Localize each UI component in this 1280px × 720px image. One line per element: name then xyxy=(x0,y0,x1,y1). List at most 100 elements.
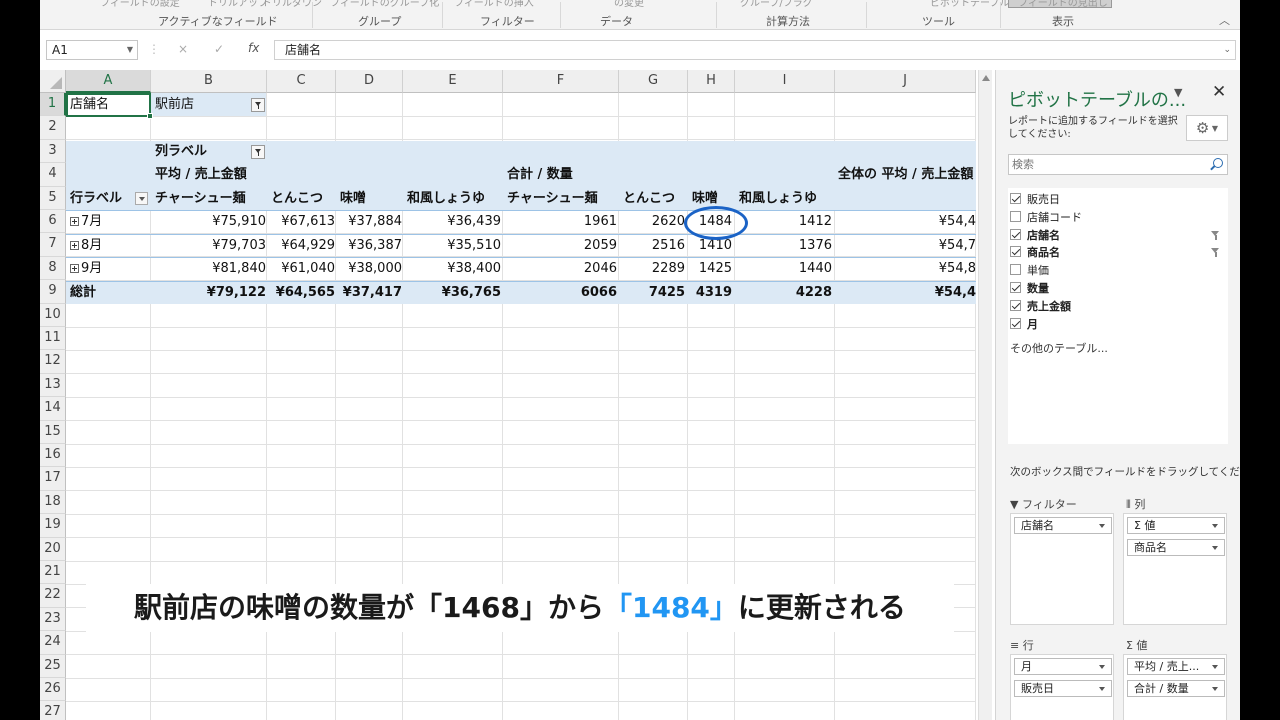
more-tables-link[interactable]: その他のテーブル... xyxy=(1010,340,1108,356)
field-item[interactable]: 店舗名 xyxy=(1010,227,1226,245)
checkbox[interactable] xyxy=(1010,246,1021,258)
column-header-g[interactable]: G xyxy=(619,70,688,93)
ribbon-fragment[interactable]: ピボットテーブル xyxy=(930,0,1009,9)
column-chip[interactable]: Σ 値 xyxy=(1127,517,1225,534)
fill-handle[interactable] xyxy=(147,113,153,119)
ribbon-fragment[interactable]: フィールドの挿入 xyxy=(454,0,534,9)
enter-icon[interactable]: ✓ xyxy=(214,42,224,56)
row-header-8[interactable]: 8 xyxy=(40,256,66,281)
row-header-25[interactable]: 25 xyxy=(40,654,66,678)
formula-input[interactable]: 店舗名 ⌄ xyxy=(274,40,1236,60)
table-cell[interactable]: 1412 xyxy=(735,210,832,233)
column-header-i[interactable]: I xyxy=(735,70,835,93)
ribbon-fragment[interactable]: フィールドのグループ化 xyxy=(330,0,439,9)
filter-chip[interactable]: 店舗名 xyxy=(1014,517,1112,534)
collapse-ribbon-icon[interactable]: ︿ xyxy=(1219,12,1230,28)
row-header-21[interactable]: 21 xyxy=(40,561,66,585)
column-header-f[interactable]: F xyxy=(503,70,619,93)
row-header-16[interactable]: 16 xyxy=(40,444,66,468)
row-header-13[interactable]: 13 xyxy=(40,373,66,398)
table-cell[interactable]: 1440 xyxy=(735,257,832,280)
row-header-27[interactable]: 27 xyxy=(40,701,66,720)
row-chip[interactable]: 月 xyxy=(1014,658,1112,675)
expand-icon[interactable] xyxy=(70,264,79,273)
column-header-j[interactable]: J xyxy=(835,70,976,93)
column-header-a[interactable]: A xyxy=(66,70,151,93)
row-header-26[interactable]: 26 xyxy=(40,678,66,702)
total-cell[interactable]: ¥79,122 xyxy=(151,281,266,304)
name-box[interactable]: A1 ▼ xyxy=(46,40,138,60)
insert-function-icon[interactable]: fx xyxy=(248,41,259,55)
row-header-15[interactable]: 15 xyxy=(40,420,66,444)
checkbox[interactable] xyxy=(1010,282,1021,293)
filter-dropdown-icon[interactable] xyxy=(251,98,265,112)
checkbox[interactable] xyxy=(1010,317,1021,329)
checkbox[interactable] xyxy=(1010,193,1021,204)
ribbon-fragment[interactable]: フィールドの見出し xyxy=(1018,0,1108,9)
field-search-input[interactable]: 検索 xyxy=(1008,154,1228,175)
filters-area[interactable]: 店舗名 xyxy=(1010,513,1114,625)
table-cell[interactable]: 1961 xyxy=(503,210,617,233)
expand-icon[interactable] xyxy=(70,217,79,226)
checkbox[interactable] xyxy=(1010,228,1021,240)
row-header-7[interactable]: 7 xyxy=(40,233,66,257)
vertical-scrollbar[interactable] xyxy=(978,70,992,720)
row-header-9[interactable]: 9 xyxy=(40,280,66,304)
row-header-17[interactable]: 17 xyxy=(40,467,66,491)
column-filter-icon[interactable] xyxy=(251,145,265,159)
pane-options-icon[interactable]: ▼ xyxy=(1174,86,1182,99)
column-header-c[interactable]: C xyxy=(267,70,336,93)
value-chip[interactable]: 合計 / 数量 xyxy=(1127,680,1225,697)
table-cell[interactable]: ¥36,439 xyxy=(403,210,501,233)
row-chip[interactable]: 販売日 xyxy=(1014,680,1112,697)
table-cell[interactable]: ¥54,4 xyxy=(835,210,976,233)
select-all-button[interactable] xyxy=(40,70,66,93)
table-cell[interactable]: ¥35,510 xyxy=(403,234,501,257)
value-chip[interactable]: 平均 / 売上... xyxy=(1127,658,1225,675)
total-cell[interactable]: ¥36,765 xyxy=(403,281,501,304)
table-cell[interactable]: 2516 xyxy=(619,234,685,257)
row-header-19[interactable]: 19 xyxy=(40,514,66,538)
table-cell[interactable]: ¥38,000 xyxy=(336,257,402,280)
ribbon-fragment[interactable]: ドリルダウン xyxy=(262,0,322,9)
checkbox[interactable] xyxy=(1010,264,1021,276)
table-cell[interactable]: 2059 xyxy=(503,234,617,257)
total-cell[interactable]: ¥54,4 xyxy=(835,281,976,304)
column-header-d[interactable]: D xyxy=(336,70,403,93)
month-row-label[interactable]: 9月 xyxy=(70,257,102,280)
row-header-18[interactable]: 18 xyxy=(40,490,66,515)
row-labels-dropdown-icon[interactable] xyxy=(135,192,148,205)
table-cell[interactable]: ¥67,613 xyxy=(267,210,335,233)
row-header-4[interactable]: 4 xyxy=(40,163,66,187)
field-item[interactable]: 販売日 xyxy=(1010,191,1226,209)
column-header-b[interactable]: B xyxy=(151,70,267,93)
table-cell[interactable]: 2046 xyxy=(503,257,617,280)
grand-total-label[interactable]: 総計 xyxy=(70,281,96,304)
table-cell[interactable]: 2289 xyxy=(619,257,685,280)
row-header-6[interactable]: 6 xyxy=(40,210,66,234)
ribbon-fragment[interactable]: フィールドの設定 xyxy=(100,0,180,9)
row-header-23[interactable]: 23 xyxy=(40,607,66,632)
table-cell[interactable]: 1425 xyxy=(688,257,732,280)
table-cell[interactable]: ¥38,400 xyxy=(403,257,501,280)
column-chip[interactable]: 商品名 xyxy=(1127,539,1225,556)
month-row-label[interactable]: 8月 xyxy=(70,234,102,257)
field-item[interactable]: 単価 xyxy=(1010,262,1226,280)
row-header-20[interactable]: 20 xyxy=(40,537,66,561)
filter-field-value[interactable]: 駅前店 xyxy=(155,93,194,116)
month-row-label[interactable]: 7月 xyxy=(70,210,102,233)
table-cell[interactable]: ¥79,703 xyxy=(151,234,266,257)
columns-area[interactable]: Σ 値 商品名 xyxy=(1123,513,1227,625)
table-cell[interactable]: ¥64,929 xyxy=(267,234,335,257)
total-cell[interactable]: 4228 xyxy=(735,281,832,304)
field-item[interactable]: 数量 xyxy=(1010,280,1226,298)
total-cell[interactable]: ¥64,565 xyxy=(267,281,335,304)
column-header-e[interactable]: E xyxy=(403,70,503,93)
ribbon-fragment[interactable]: ドリルアップ xyxy=(208,0,268,9)
expand-icon[interactable] xyxy=(70,241,79,250)
row-header-12[interactable]: 12 xyxy=(40,350,66,374)
row-header-1[interactable]: 1 xyxy=(40,93,66,117)
field-item[interactable]: 売上金額 xyxy=(1010,298,1226,316)
search-icon[interactable] xyxy=(1213,158,1223,168)
table-cell[interactable]: ¥75,910 xyxy=(151,210,266,233)
